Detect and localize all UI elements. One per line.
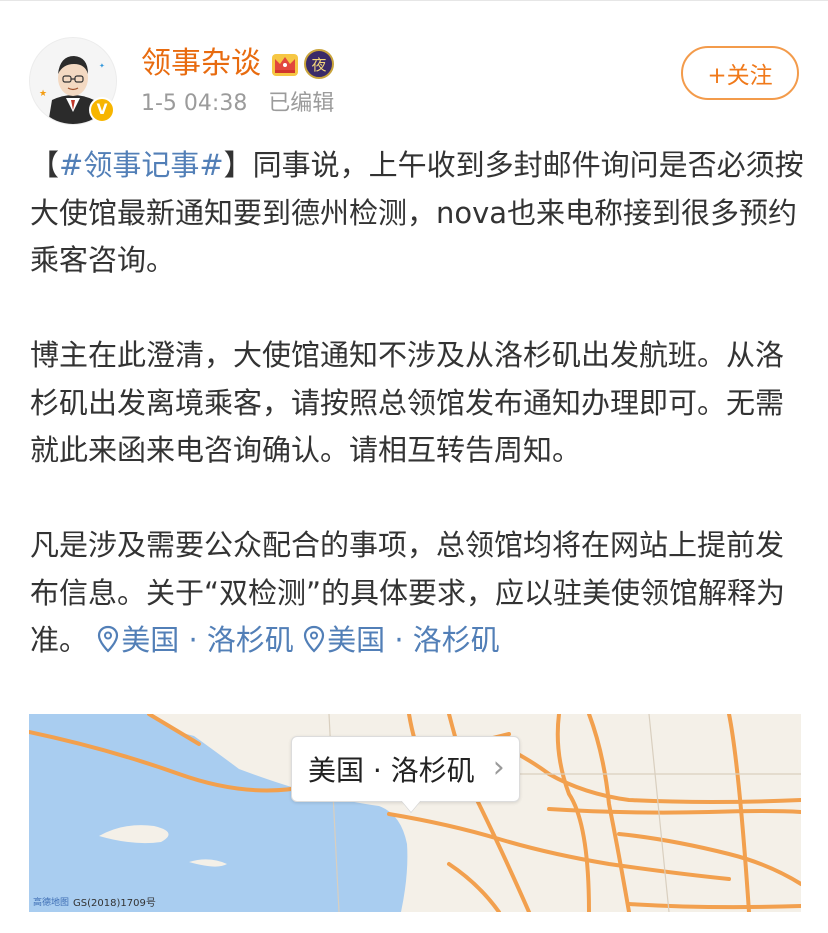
- top-divider: [0, 0, 828, 1]
- map-credit-text: GS(2018)1709号: [73, 898, 156, 909]
- svg-text:✦: ✦: [99, 62, 105, 70]
- bracket-open: 【: [30, 148, 60, 182]
- map-provider-logo: 高德地图: [33, 898, 70, 908]
- username[interactable]: 领事杂谈: [141, 44, 261, 84]
- location-1-label: 美国 · 洛杉矶: [121, 623, 294, 657]
- chevron-right-icon: ›: [492, 749, 505, 785]
- location-pin-icon: [98, 625, 119, 653]
- follow-button[interactable]: +关注: [681, 46, 799, 100]
- map-bubble-pointer: [401, 800, 421, 812]
- hashtag-link[interactable]: #领事记事#: [59, 148, 224, 182]
- location-link-1[interactable]: 美国 · 洛杉矶: [97, 623, 294, 657]
- svg-text:★: ★: [39, 89, 47, 99]
- follow-label: +关注: [707, 63, 773, 89]
- paragraph-3: 凡是涉及需要公众配合的事项，总领馆均将在网站上提前发布信息。关于“双检测”的具体…: [30, 522, 805, 665]
- map-location-label: 美国 · 洛杉矶: [308, 754, 475, 787]
- location-pin-icon: [304, 625, 325, 653]
- paragraph-1: 【#领事记事#】同事说，上午收到多封邮件询问是否必须按大使馆最新通知要到德州检测…: [30, 142, 805, 285]
- crown-icon[interactable]: [269, 48, 301, 80]
- map-location-bubble[interactable]: 美国 · 洛杉矶 ›: [291, 736, 520, 802]
- night-badge[interactable]: 夜: [304, 49, 334, 79]
- avatar[interactable]: ★ ✦ V: [29, 37, 117, 125]
- post-meta: 1-5 04:38 已编辑: [141, 91, 335, 116]
- map-credit: 高德地图 GS(2018)1709号: [33, 894, 156, 909]
- bracket-close: 】: [223, 148, 253, 182]
- verified-badge: V: [89, 97, 115, 123]
- post-body: 【#领事记事#】同事说，上午收到多封邮件询问是否必须按大使馆最新通知要到德州检测…: [30, 142, 805, 665]
- paragraph-2: 博主在此澄清，大使馆通知不涉及从洛杉矶出发航班。从洛杉矶出发离境乘客，请按照总领…: [30, 338, 785, 467]
- location-2-label: 美国 · 洛杉矶: [327, 623, 500, 657]
- location-link-2[interactable]: 美国 · 洛杉矶: [303, 623, 500, 657]
- location-map[interactable]: 美国 · 洛杉矶 › 高德地图 GS(2018)1709号: [29, 714, 801, 912]
